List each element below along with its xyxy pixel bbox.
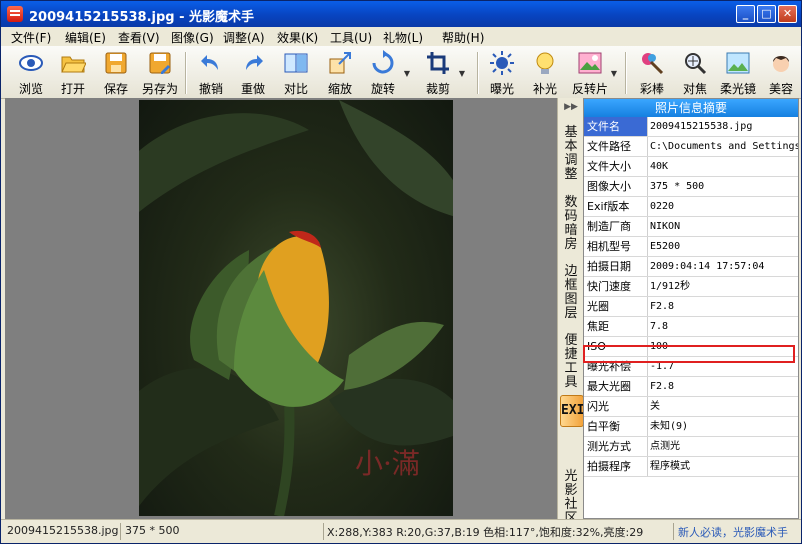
beauty-icon xyxy=(773,56,789,72)
reverse-film-button[interactable]: 反转片 ▼ xyxy=(567,49,617,96)
status-separator xyxy=(673,523,674,540)
exif-row[interactable]: 闪光关 xyxy=(584,397,798,417)
save-as-button[interactable]: 另存为 xyxy=(137,49,183,96)
photo[interactable]: 小·滿 xyxy=(139,100,453,516)
chevron-down-icon[interactable]: ▼ xyxy=(611,69,617,78)
undo-icon xyxy=(201,55,218,70)
menu-effects[interactable]: 效果(K) xyxy=(277,29,318,46)
exposure-icon xyxy=(490,51,514,75)
exif-row[interactable]: 图像大小 375 * 500 xyxy=(584,177,798,197)
app-window: 2009415215538.jpg - 光影魔术手 _ □ ✕ 文件(F) 编辑… xyxy=(0,0,802,544)
exif-row[interactable]: 光圈 F2.8 xyxy=(584,297,798,317)
chevron-down-icon[interactable]: ▼ xyxy=(404,69,410,78)
close-button[interactable]: ✕ xyxy=(778,5,797,23)
fill-light-icon xyxy=(536,52,554,74)
exif-panel: 照片信息摘要 文件名 2009415215538.jpg 文件路径 C:\Docum… xyxy=(583,98,799,519)
tab-border-layer[interactable]: 边框图层 xyxy=(560,265,582,321)
chevron-down-icon[interactable]: ▼ xyxy=(459,69,465,78)
menu-image[interactable]: 图像(G) xyxy=(171,29,214,46)
status-pixel-info: X:288,Y:383 R:20,G:37,B:19 色相:117°,饱和度:3… xyxy=(327,526,644,539)
title-bar[interactable]: 2009415215538.jpg - 光影魔术手 _ □ ✕ xyxy=(1,1,801,27)
watermark-text: 小·滿 xyxy=(355,447,420,480)
exif-row[interactable]: ISO 100 xyxy=(584,337,798,357)
fill-light-button[interactable]: 补光 xyxy=(522,49,568,96)
menu-view[interactable]: 查看(V) xyxy=(118,29,160,46)
rotate-icon xyxy=(372,50,394,74)
menu-gifts[interactable]: 礼物(L) xyxy=(383,29,423,46)
exif-row[interactable]: 文件大小 40K xyxy=(584,157,798,177)
image-canvas[interactable]: 小·滿 xyxy=(5,98,557,519)
exif-row[interactable]: 拍摄程序 程序模式 xyxy=(584,457,798,477)
undo-button[interactable]: 撤销 xyxy=(188,49,234,96)
menu-help[interactable]: 帮助(H) xyxy=(442,29,484,46)
exif-row[interactable]: 相机型号 E5200 xyxy=(584,237,798,257)
browse-button[interactable]: 浏览 xyxy=(8,49,54,96)
save-as-icon xyxy=(149,52,171,74)
color-wand-icon xyxy=(642,53,664,75)
exif-panel-title: 照片信息摘要 xyxy=(584,99,798,117)
folder-open-icon xyxy=(61,56,86,73)
exif-row[interactable]: 拍摄日期 2009:04:14 17:57:04 xyxy=(584,257,798,277)
minimize-button[interactable]: _ xyxy=(736,5,755,23)
eye-icon xyxy=(19,55,43,71)
status-dimensions: 375 * 500 xyxy=(125,524,180,537)
redo-button[interactable]: 重做 xyxy=(230,49,276,96)
exif-row[interactable]: 快门速度 1/912秒 xyxy=(584,277,798,297)
menu-file[interactable]: 文件(F) xyxy=(11,29,51,46)
focus-button[interactable]: 对焦 xyxy=(672,49,718,96)
status-separator xyxy=(323,523,324,540)
exif-row[interactable]: 白平衡 未知(9) xyxy=(584,417,798,437)
newbie-guide-link[interactable]: 新人必读，光影魔术手 xyxy=(678,524,788,540)
exif-row[interactable]: 焦距 7.8 xyxy=(584,317,798,337)
exif-row[interactable]: 制造厂商 NIKON xyxy=(584,217,798,237)
tab-exif[interactable]: EXIF xyxy=(560,395,592,427)
tab-community[interactable]: 光影社区 xyxy=(560,470,582,526)
toolbar-separator xyxy=(625,52,627,94)
crop-icon xyxy=(427,52,449,74)
tab-digital-darkroom[interactable]: 数码暗房 xyxy=(560,196,582,252)
window-controls: _ □ ✕ xyxy=(736,5,797,23)
save-icon xyxy=(105,52,127,74)
exif-row[interactable]: 最大光圈 F2.8 xyxy=(584,377,798,397)
app-icon[interactable] xyxy=(7,6,23,22)
side-tabs: ▶▶ 基本调整 数码暗房 边框图层 便捷工具 EXIF 光影社区 xyxy=(557,98,592,526)
toolbar: 浏览 打开 保存 另存为 撤销 重做 对比 缩放 旋转 ▼ 裁剪 ▼ 曝光 补光… xyxy=(1,46,801,99)
exif-row[interactable]: 测光方式 点测光 xyxy=(584,437,798,457)
maximize-button[interactable]: □ xyxy=(757,5,776,23)
resize-button[interactable]: 缩放 xyxy=(317,49,363,96)
menu-adjust[interactable]: 调整(A) xyxy=(223,29,265,46)
compare-icon xyxy=(284,53,308,73)
focus-icon xyxy=(685,53,707,75)
exif-row[interactable]: 文件名 2009415215538.jpg xyxy=(584,117,798,137)
redo-icon xyxy=(246,55,263,70)
color-wand-button[interactable]: 彩棒 xyxy=(629,49,675,96)
menu-tools[interactable]: 工具(U) xyxy=(330,29,372,46)
status-filename: 2009415215538.jpg xyxy=(7,524,119,537)
resize-icon xyxy=(329,52,351,74)
menu-bar: 文件(F) 编辑(E) 查看(V) 图像(G) 调整(A) 效果(K) 工具(U… xyxy=(1,27,801,46)
rotate-button[interactable]: 旋转 ▼ xyxy=(360,49,410,96)
window-title: 2009415215538.jpg - 光影魔术手 xyxy=(29,10,255,25)
beauty-button[interactable]: 美容 xyxy=(758,49,801,96)
toolbar-separator xyxy=(185,52,187,94)
open-button[interactable]: 打开 xyxy=(50,49,96,96)
reverse-film-icon xyxy=(578,52,602,74)
tab-basic-adjust[interactable]: 基本调整 xyxy=(560,126,582,182)
crop-button[interactable]: 裁剪 ▼ xyxy=(415,49,465,96)
exif-row[interactable]: Exif版本 0220 xyxy=(584,197,798,217)
soft-light-icon xyxy=(726,52,750,74)
exif-row-exposure-compensation[interactable]: 曝光补偿 -1.7 xyxy=(584,357,798,377)
tab-quick-tools[interactable]: 便捷工具 xyxy=(560,334,582,390)
status-separator xyxy=(120,523,121,540)
save-button[interactable]: 保存 xyxy=(93,49,139,96)
compare-button[interactable]: 对比 xyxy=(273,49,319,96)
exposure-button[interactable]: 曝光 xyxy=(479,49,525,96)
menu-edit[interactable]: 编辑(E) xyxy=(65,29,106,46)
collapse-panel-icon[interactable]: ▶▶ xyxy=(561,102,581,116)
exif-row[interactable]: 文件路径 C:\Documents and Settings xyxy=(584,137,798,157)
soft-light-button[interactable]: 柔光镜 xyxy=(715,49,761,96)
status-bar: 2009415215538.jpg 375 * 500 X:288,Y:383 … xyxy=(1,519,801,543)
